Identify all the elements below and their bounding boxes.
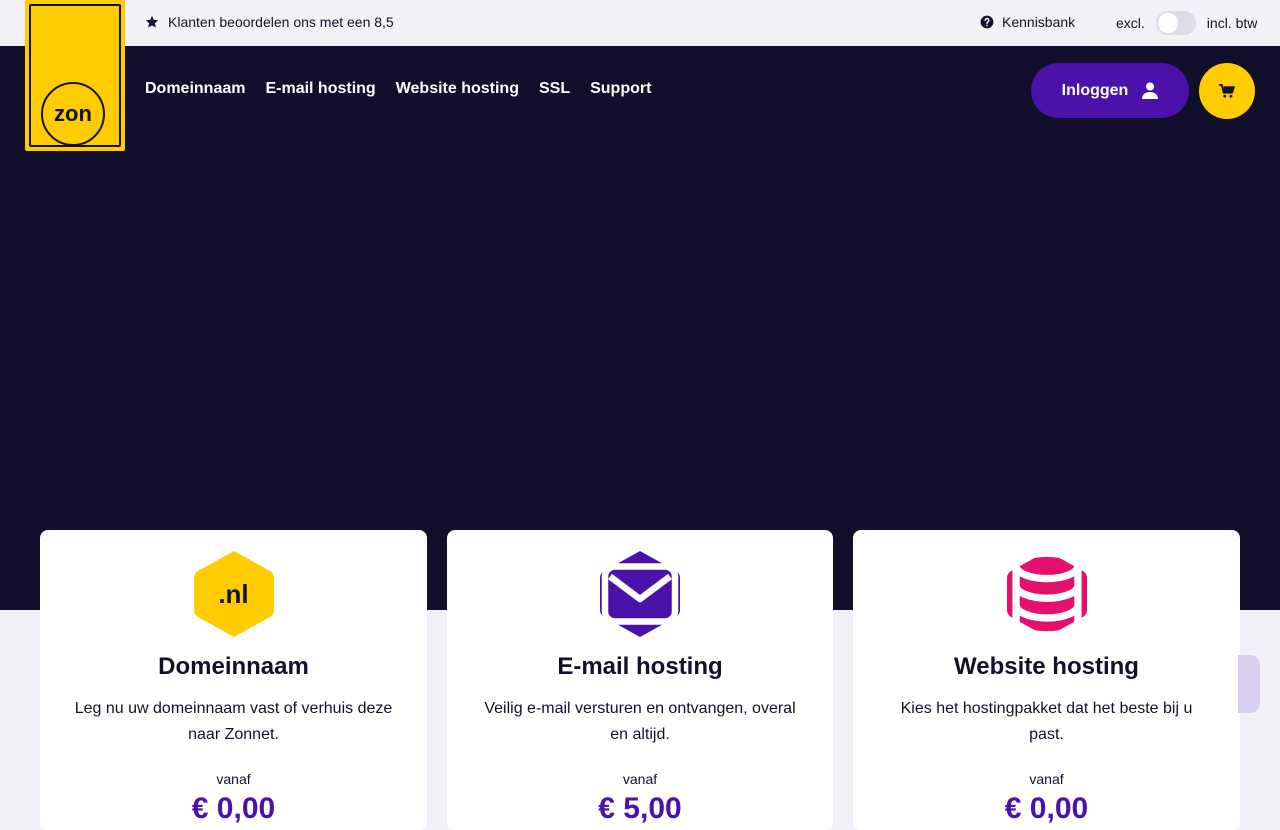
- question-circle-icon: [980, 15, 994, 29]
- toggle-knob: [1157, 13, 1178, 33]
- card-title: E-mail hosting: [557, 653, 723, 680]
- card-description: Veilig e-mail versturen en ontvangen, ov…: [484, 700, 796, 743]
- card-vanaf: vanaf: [216, 771, 251, 787]
- hex-badge-email: [600, 549, 680, 639]
- card-price: € 5,00: [598, 792, 682, 825]
- card-domeinnaam[interactable]: .nl Domeinnaam Leg nu uw domeinnaam vast…: [40, 530, 427, 830]
- nav-item-support[interactable]: Support: [590, 80, 651, 98]
- vat-toggle-group: excl. incl. btw: [1116, 11, 1257, 35]
- nav-item-email-hosting[interactable]: E-mail hosting: [265, 80, 375, 98]
- nav-item-domeinnaam[interactable]: Domeinnaam: [145, 80, 245, 98]
- vat-toggle[interactable]: [1155, 11, 1196, 35]
- nav-item-website-hosting[interactable]: Website hosting: [396, 80, 519, 98]
- logo-circle: zon: [41, 82, 105, 146]
- hero-slant-left: [0, 530, 40, 570]
- kennisbank-link[interactable]: Kennisbank: [980, 14, 1075, 30]
- card-vanaf: vanaf: [1029, 771, 1064, 787]
- rating: Klanten beoordelen ons met een 8,5: [145, 14, 394, 30]
- zon-logo[interactable]: zon: [25, 0, 125, 151]
- logo-text: zon: [54, 101, 92, 126]
- card-vanaf: vanaf: [622, 771, 658, 787]
- card-price: € 0,00: [1004, 792, 1089, 825]
- card-description: Leg nu uw domeinnaam vast of verhuis dez…: [74, 700, 393, 743]
- card-title: Domeinnaam: [158, 653, 309, 680]
- card-description: Kies het hostingpakket dat het beste bij…: [900, 700, 1193, 743]
- hex-badge-hosting: [1006, 549, 1087, 639]
- card-title: Website hosting: [954, 653, 1139, 680]
- envelope-icon: [601, 563, 679, 625]
- hero-section: [0, 46, 1280, 610]
- hero-slant-right: [1240, 530, 1280, 570]
- database-icon: [1011, 549, 1082, 639]
- card-email-hosting[interactable]: E-mail hosting Veilig e-mail versturen e…: [447, 530, 833, 830]
- hex-badge-domain: .nl: [193, 549, 274, 639]
- card-price: € 0,00: [191, 792, 276, 825]
- star-icon: [145, 15, 159, 28]
- rating-text: Klanten beoordelen ons met een 8,5: [168, 14, 394, 30]
- dot-nl-icon: .nl: [218, 578, 249, 609]
- card-website-hosting[interactable]: Website hosting Kies het hostingpakket d…: [853, 530, 1240, 830]
- excl-label: excl.: [1116, 15, 1145, 31]
- main-nav: Domeinnaam E-mail hosting Website hostin…: [145, 80, 651, 98]
- login-button[interactable]: Inloggen: [1031, 63, 1189, 118]
- user-icon: [1142, 82, 1159, 99]
- cart-button[interactable]: [1199, 63, 1255, 119]
- kennisbank-label: Kennisbank: [1002, 14, 1076, 30]
- incl-label: incl. btw: [1206, 15, 1258, 31]
- decorative-shape: [1238, 655, 1260, 713]
- shopping-cart-icon: [1219, 84, 1235, 98]
- top-utility-bar: Klanten beoordelen ons met een 8,5 Kenni…: [0, 0, 1280, 46]
- nav-item-ssl[interactable]: SSL: [539, 80, 570, 98]
- login-label: Inloggen: [1061, 81, 1129, 99]
